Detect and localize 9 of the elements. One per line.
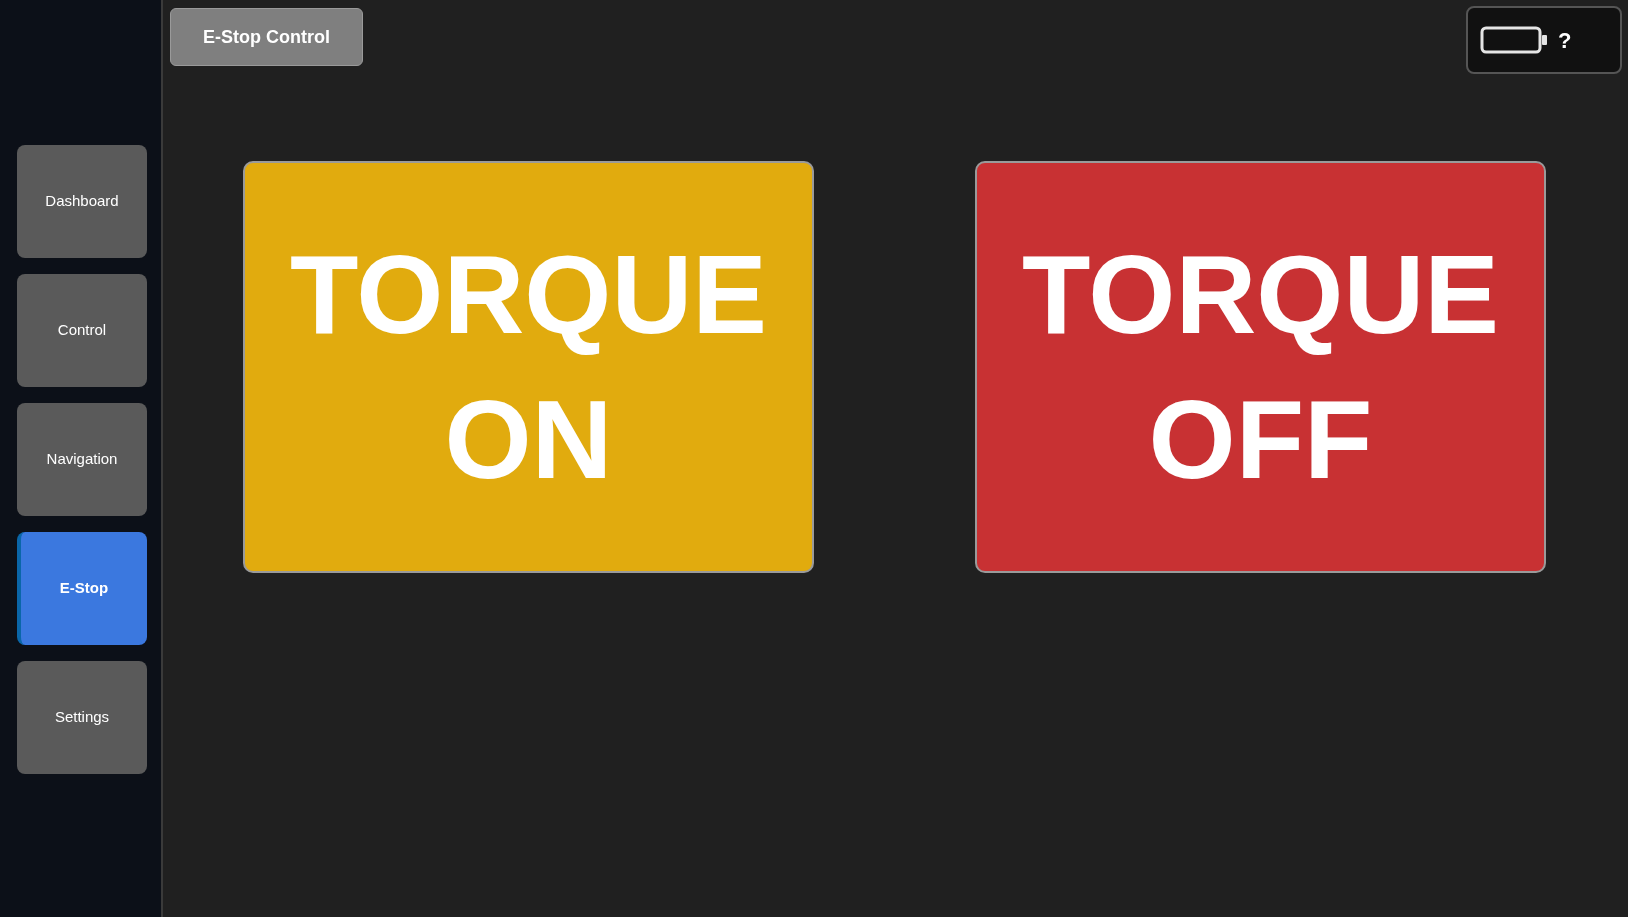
title-button[interactable]: E-Stop Control [170, 8, 363, 66]
sidebar-item[interactable]: Dashboard [17, 145, 147, 258]
battery-icon [1480, 26, 1548, 54]
sidebar-item[interactable]: Control [17, 274, 147, 387]
sidebar-item[interactable]: E-Stop [17, 532, 147, 645]
sidebar-item[interactable]: Settings [17, 661, 147, 774]
torque-button[interactable]: TORQUE OFF [975, 161, 1546, 573]
sidebar-item[interactable]: Navigation [17, 403, 147, 516]
battery-reading: ? [1558, 26, 1572, 55]
